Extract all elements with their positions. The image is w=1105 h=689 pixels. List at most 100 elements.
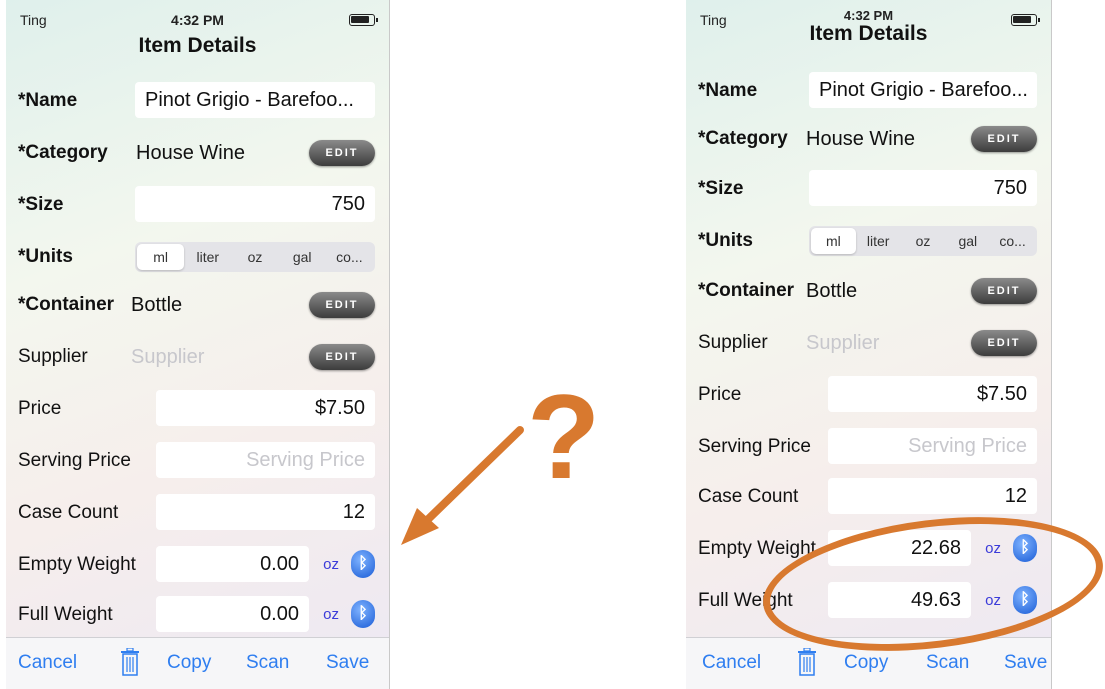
serving-price-field[interactable]: Serving Price: [156, 442, 375, 478]
clock: 4:32 PM: [171, 12, 224, 28]
unit-option-oz[interactable]: oz: [901, 228, 946, 254]
empty-weight-label: Empty Weight: [18, 554, 136, 575]
name-label: *Name: [18, 90, 78, 111]
size-field[interactable]: 750: [809, 170, 1037, 206]
battery-icon: [349, 14, 378, 26]
full-weight-unit: oz: [323, 606, 339, 623]
case-count-label: Case Count: [698, 486, 799, 507]
serving-price-row: Serving Price Serving Price: [698, 426, 1037, 466]
empty-weight-row: Empty Weight 0.00 oz ᛒ: [18, 544, 375, 584]
price-label: Price: [18, 398, 62, 419]
full-weight-label: Full Weight: [18, 604, 113, 625]
copy-button[interactable]: Copy: [167, 652, 211, 674]
copy-button[interactable]: Copy: [844, 652, 888, 674]
page-title: Item Details: [809, 22, 928, 45]
price-field[interactable]: $7.50: [828, 376, 1037, 412]
serving-price-label: Serving Price: [698, 436, 811, 457]
name-row: *Name Pinot Grigio - Barefoo...: [698, 70, 1037, 110]
serving-price-label: Serving Price: [18, 450, 131, 471]
serving-price-field[interactable]: Serving Price: [828, 428, 1037, 464]
name-label: *Name: [698, 80, 758, 101]
bluetooth-icon[interactable]: ᛒ: [351, 600, 375, 628]
unit-option-liter[interactable]: liter: [856, 228, 901, 254]
status-bar: Ting 4:32 PM: [20, 12, 378, 30]
supplier-edit-button[interactable]: EDIT: [309, 344, 375, 370]
price-row: Price $7.50: [18, 388, 375, 428]
left-phone-screen: Ting 4:32 PM Item Details *Name Pinot Gr…: [6, 0, 390, 689]
size-label: *Size: [18, 194, 64, 215]
name-field[interactable]: Pinot Grigio - Barefoo...: [809, 72, 1037, 108]
case-count-row: Case Count 12: [18, 492, 375, 532]
container-edit-button[interactable]: EDIT: [309, 292, 375, 318]
units-label: *Units: [698, 230, 753, 251]
size-field[interactable]: 750: [135, 186, 375, 222]
supplier-label: Supplier: [18, 346, 88, 367]
clock: 4:32 PM: [843, 8, 894, 23]
bluetooth-icon[interactable]: ᛒ: [351, 550, 375, 578]
category-value: House Wine: [136, 142, 245, 164]
category-row: *Category House Wine EDIT: [698, 118, 1037, 158]
case-count-field[interactable]: 12: [156, 494, 375, 530]
units-segmented-control[interactable]: ml liter oz gal co...: [809, 226, 1037, 256]
unit-option-gal[interactable]: gal: [945, 228, 990, 254]
container-label: *Container: [18, 294, 115, 315]
page-title: Item Details: [138, 34, 257, 57]
size-row: *Size 750: [698, 168, 1037, 208]
save-button[interactable]: Save: [326, 652, 369, 674]
empty-weight-unit: oz: [323, 556, 339, 573]
category-edit-button[interactable]: EDIT: [309, 140, 375, 166]
case-count-field[interactable]: 12: [828, 478, 1037, 514]
scan-button[interactable]: Scan: [246, 652, 289, 674]
unit-option-liter[interactable]: liter: [184, 244, 231, 270]
size-label: *Size: [698, 178, 744, 199]
unit-option-ml[interactable]: ml: [137, 244, 185, 270]
category-value: House Wine: [806, 128, 915, 150]
arrow-icon: ?: [401, 370, 600, 545]
serving-price-placeholder: Serving Price: [908, 435, 1027, 457]
category-label: *Category: [698, 128, 788, 149]
container-label: *Container: [698, 280, 795, 301]
supplier-placeholder[interactable]: Supplier: [131, 346, 204, 369]
units-label: *Units: [18, 246, 73, 267]
trash-icon[interactable]: [120, 648, 140, 676]
full-weight-field[interactable]: 0.00: [156, 596, 309, 632]
case-count-row: Case Count 12: [698, 476, 1037, 516]
serving-price-row: Serving Price Serving Price: [18, 440, 375, 480]
unit-option-ml[interactable]: ml: [811, 228, 856, 254]
units-row: *Units ml liter oz gal co...: [698, 220, 1037, 260]
scan-button[interactable]: Scan: [926, 652, 969, 674]
container-value: Bottle: [806, 280, 858, 302]
supplier-placeholder[interactable]: Supplier: [806, 332, 879, 355]
unit-option-more[interactable]: co...: [326, 244, 373, 270]
category-label: *Category: [18, 142, 108, 163]
bottom-toolbar: Cancel Copy Scan Save: [6, 637, 389, 689]
price-field[interactable]: $7.50: [156, 390, 375, 426]
category-edit-button[interactable]: EDIT: [971, 126, 1037, 152]
container-row: *Container Bottle EDIT: [18, 284, 375, 324]
units-segmented-control[interactable]: ml liter oz gal co...: [135, 242, 375, 272]
question-mark: ?: [527, 370, 600, 504]
unit-option-gal[interactable]: gal: [279, 244, 326, 270]
empty-weight-field[interactable]: 0.00: [156, 546, 309, 582]
trash-icon[interactable]: [797, 648, 817, 676]
full-weight-row: Full Weight 0.00 oz ᛒ: [18, 594, 375, 634]
supplier-row: Supplier Supplier EDIT: [698, 322, 1037, 362]
units-row: *Units ml liter oz gal co...: [18, 236, 375, 276]
category-row: *Category House Wine EDIT: [18, 132, 375, 172]
carrier-label: Ting: [20, 12, 47, 28]
supplier-label: Supplier: [698, 332, 768, 353]
unit-option-oz[interactable]: oz: [231, 244, 278, 270]
unit-option-more[interactable]: co...: [990, 228, 1035, 254]
size-row: *Size 750: [18, 184, 375, 224]
name-field[interactable]: Pinot Grigio - Barefoo...: [135, 82, 375, 118]
save-button[interactable]: Save: [1004, 652, 1047, 674]
cancel-button[interactable]: Cancel: [702, 652, 761, 674]
price-label: Price: [698, 384, 742, 405]
container-value: Bottle: [131, 294, 183, 316]
cancel-button[interactable]: Cancel: [18, 652, 77, 674]
supplier-row: Supplier Supplier EDIT: [18, 336, 375, 376]
case-count-label: Case Count: [18, 502, 119, 523]
supplier-edit-button[interactable]: EDIT: [971, 330, 1037, 356]
serving-price-placeholder: Serving Price: [246, 449, 365, 471]
container-edit-button[interactable]: EDIT: [971, 278, 1037, 304]
